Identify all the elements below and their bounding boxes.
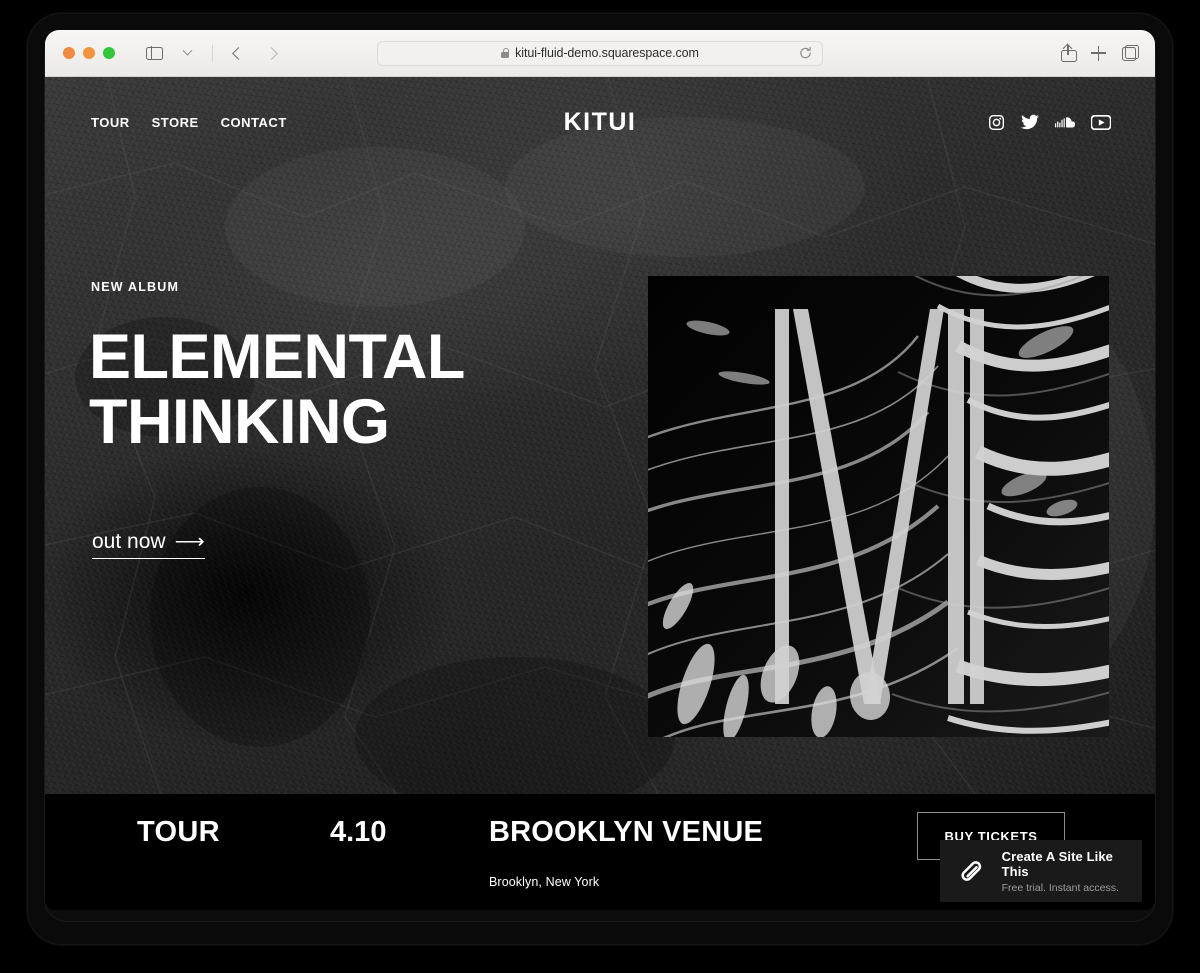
squarespace-promo-badge[interactable]: Create A Site Like This Free trial. Inst… — [940, 840, 1142, 902]
out-now-label: out now — [92, 529, 166, 553]
hero-cta: out now ⟶ — [92, 529, 205, 559]
hero-headline: ELEMENTAL THINKING — [89, 325, 465, 455]
social-link-youtube[interactable] — [1091, 114, 1111, 130]
toolbar-left-group — [139, 40, 286, 66]
nav-links: TOUR STORE CONTACT — [91, 115, 287, 130]
lock-icon — [501, 48, 510, 58]
share-icon — [1062, 43, 1073, 54]
back-arrow-icon — [231, 46, 245, 60]
toolbar-divider — [212, 44, 213, 62]
chevron-down-icon — [182, 45, 192, 56]
social-links — [988, 114, 1111, 131]
badge-title: Create A Site Like This — [1001, 848, 1113, 879]
sidebar-icon — [145, 46, 163, 60]
out-now-link[interactable]: out now ⟶ — [92, 529, 205, 559]
tour-venue-city: Brooklyn, New York — [489, 875, 600, 889]
new-tab-button[interactable] — [1091, 45, 1106, 61]
tour-venue-name: BROOKLYN VENUE — [489, 816, 764, 848]
badge-text: Create A Site Like This Free trial. Inst… — [1002, 849, 1142, 894]
album-artwork[interactable] — [648, 276, 1109, 737]
nav-item-contact[interactable]: CONTACT — [221, 115, 287, 130]
hero-headline-line2: THINKING — [89, 386, 390, 457]
hero-section: TOUR STORE CONTACT KITUI NEW ALBUM ELEME… — [45, 77, 1155, 794]
forward-arrow-icon — [264, 46, 278, 60]
close-button[interactable] — [63, 47, 75, 59]
instagram-icon — [988, 114, 1005, 130]
sidebar-dropdown-button[interactable] — [172, 40, 202, 66]
album-letterform — [775, 309, 984, 704]
address-bar[interactable]: kitui-fluid-demo.squarespace.com — [377, 40, 823, 66]
social-link-soundcloud[interactable] — [1055, 116, 1075, 129]
minimize-button[interactable] — [83, 47, 95, 59]
toolbar-right-group — [1061, 43, 1139, 62]
badge-subtitle: Free trial. Instant access. — [1001, 881, 1119, 894]
hero-eyebrow: NEW ALBUM — [91, 280, 180, 294]
social-link-twitter[interactable] — [1021, 114, 1039, 130]
site-navigation: TOUR STORE CONTACT KITUI — [45, 107, 1155, 137]
squarespace-logo-icon — [961, 861, 982, 881]
nav-item-store[interactable]: STORE — [152, 115, 199, 130]
url-text: kitui-fluid-demo.squarespace.com — [515, 46, 699, 60]
tour-date: 4.10 — [330, 816, 387, 848]
reload-button[interactable] — [799, 46, 812, 60]
tabs-overview-button[interactable] — [1122, 45, 1139, 61]
arrow-right-icon: ⟶ — [174, 530, 205, 553]
back-button[interactable] — [223, 40, 253, 66]
window-controls — [63, 47, 115, 59]
soundcloud-icon — [1055, 116, 1075, 128]
social-link-instagram[interactable] — [988, 114, 1005, 131]
page-content: TOUR STORE CONTACT KITUI NEW ALBUM ELEME… — [45, 77, 1155, 910]
share-button[interactable] — [1061, 43, 1077, 62]
browser-window: kitui-fluid-demo.squarespace.com TOUR ST… — [45, 30, 1155, 910]
twitter-icon — [1021, 114, 1039, 130]
hero-headline-line1: ELEMENTAL — [89, 322, 465, 392]
browser-toolbar: kitui-fluid-demo.squarespace.com — [45, 30, 1155, 77]
nav-item-tour[interactable]: TOUR — [91, 115, 130, 130]
site-logo[interactable]: KITUI — [564, 108, 637, 137]
forward-button[interactable] — [256, 40, 286, 66]
zoom-button[interactable] — [103, 47, 115, 59]
sidebar-toggle-button[interactable] — [139, 40, 169, 66]
youtube-icon — [1091, 114, 1111, 130]
tour-heading: TOUR — [137, 816, 220, 848]
tour-venue-block: BROOKLYN VENUE Brooklyn, New York — [489, 816, 763, 889]
